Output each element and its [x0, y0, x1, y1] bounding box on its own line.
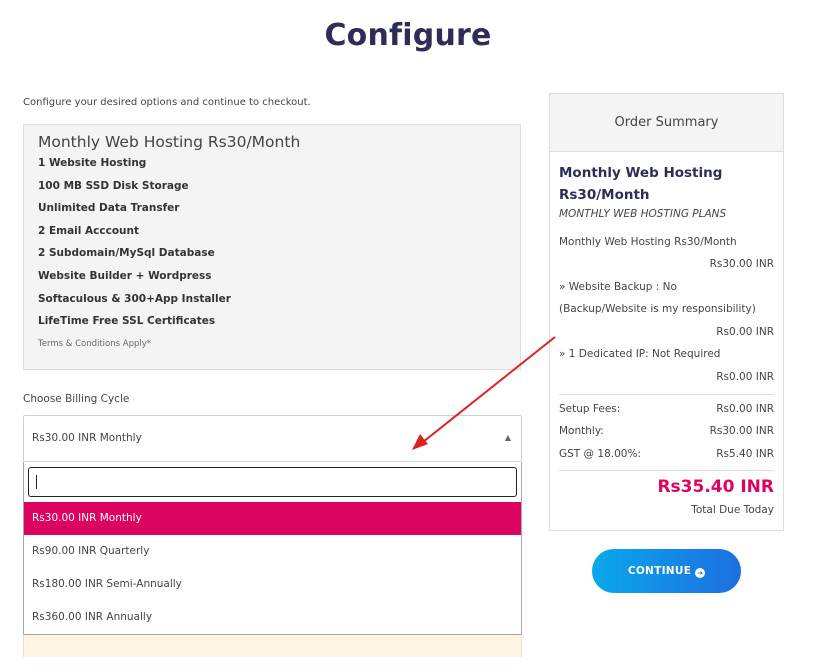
annotation-arrow [412, 336, 556, 450]
annotation-arrow-line [422, 336, 556, 443]
annotation-arrow-head [412, 434, 428, 450]
